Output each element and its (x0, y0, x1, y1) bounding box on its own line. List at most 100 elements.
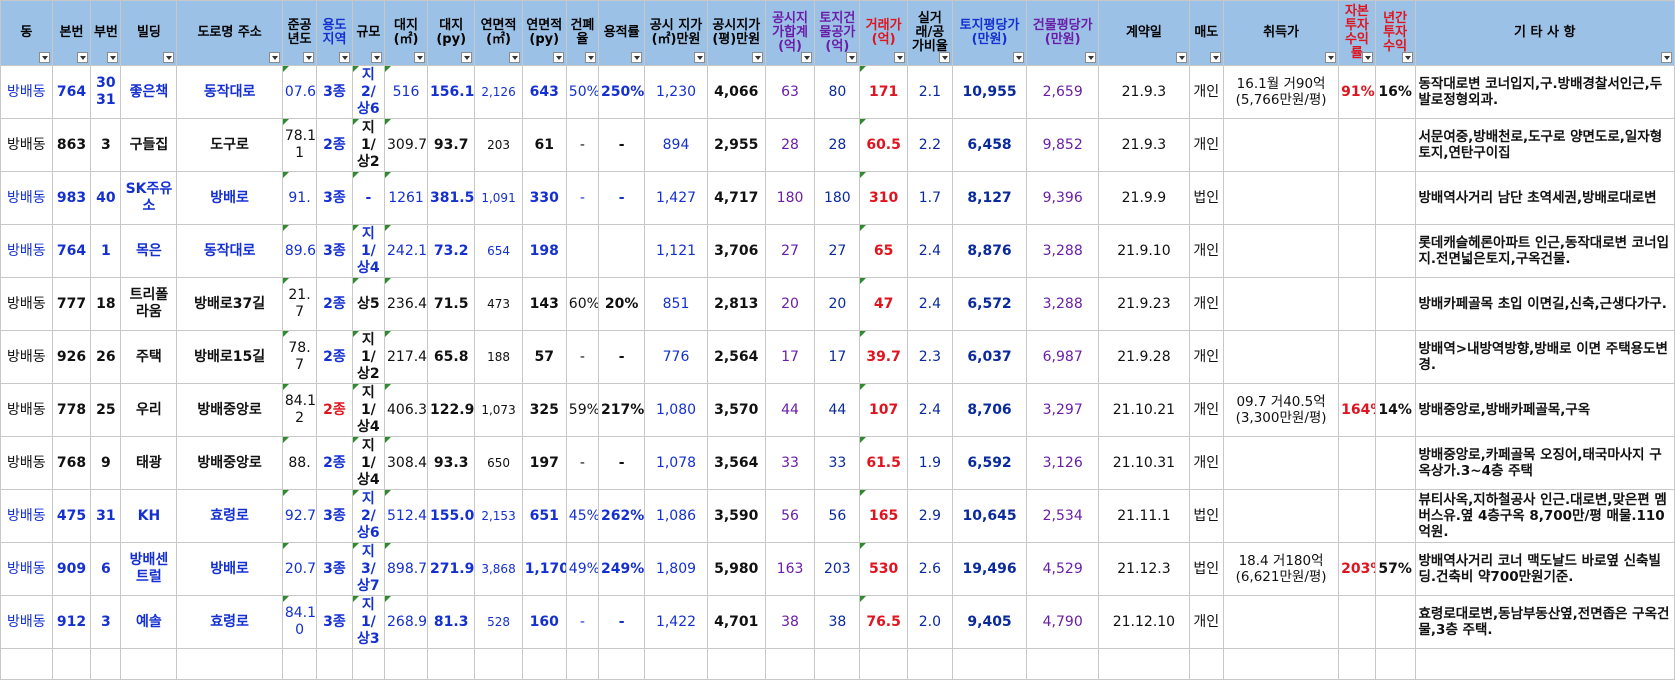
table-cell[interactable]: 38 (764, 595, 816, 649)
table-cell[interactable]: 개인 (1188, 595, 1225, 649)
table-cell[interactable]: 898.7 (383, 542, 429, 596)
table-cell[interactable]: 91% (1338, 65, 1376, 119)
table-cell[interactable]: 78.1 1 (281, 118, 318, 172)
table-cell[interactable]: 528 (474, 595, 523, 649)
table-cell[interactable]: 63 (764, 65, 816, 119)
empty-cell[interactable] (1223, 648, 1340, 680)
table-cell[interactable]: 서문여중,방배천로,도구로 양면도로,일자형토지,연탄구이집 (1414, 118, 1675, 172)
table-cell[interactable]: 61.5 (859, 436, 908, 490)
table-cell[interactable]: 방배로37길 (176, 277, 283, 331)
table-cell[interactable]: 효령로 (176, 489, 283, 543)
table-cell[interactable]: 188 (474, 330, 523, 384)
table-cell[interactable]: 방배동 (0, 277, 53, 331)
table-cell[interactable]: 2.4 (906, 224, 953, 278)
table-cell[interactable]: 지1/상4 (351, 383, 386, 437)
table-cell[interactable]: 3,564 (706, 436, 766, 490)
table-cell[interactable]: 5,980 (706, 542, 766, 596)
table-cell[interactable]: 태광 (120, 436, 178, 490)
table-cell[interactable] (1374, 171, 1416, 225)
table-cell[interactable]: 330 (521, 171, 567, 225)
table-cell[interactable]: 3종 (316, 542, 353, 596)
table-cell[interactable]: 방배중앙로 (176, 383, 283, 437)
table-cell[interactable]: 주택 (120, 330, 178, 384)
table-cell[interactable]: 92.7 (281, 489, 318, 543)
table-cell[interactable]: 3종 (316, 595, 353, 649)
table-cell[interactable]: 2,955 (706, 118, 766, 172)
table-cell[interactable]: 좋은책 (120, 65, 178, 119)
table-cell[interactable] (1374, 595, 1416, 649)
table-cell[interactable]: - (565, 436, 600, 490)
table-cell[interactable]: 530 (859, 542, 908, 596)
table-cell[interactable]: 250% (598, 65, 646, 119)
table-cell[interactable]: 61 (521, 118, 567, 172)
table-cell[interactable]: - (598, 118, 646, 172)
table-cell[interactable]: 776 (644, 330, 708, 384)
table-cell[interactable]: 325 (521, 383, 567, 437)
table-cell[interactable]: 56 (764, 489, 816, 543)
table-cell[interactable]: 지1/상2 (351, 330, 386, 384)
table-cell[interactable]: 65.8 (427, 330, 476, 384)
table-cell[interactable]: 33 (814, 436, 861, 490)
table-cell[interactable]: 268.9 (383, 595, 429, 649)
table-cell[interactable]: 20 (814, 277, 861, 331)
table-cell[interactable]: 3종 (316, 171, 353, 225)
table-cell[interactable]: 효령로대로변,동남부동산옆,전면좁은 구옥건물,3층 주택. (1414, 595, 1675, 649)
table-cell[interactable]: 2,126 (474, 65, 523, 119)
filter-dropdown-icon[interactable] (585, 52, 597, 63)
table-cell[interactable]: 89.6 (281, 224, 318, 278)
table-cell[interactable]: 262% (598, 489, 646, 543)
table-cell[interactable]: 상5 (351, 277, 386, 331)
table-cell[interactable]: 4,701 (706, 595, 766, 649)
table-cell[interactable]: 3,868 (474, 542, 523, 596)
table-cell[interactable] (1338, 118, 1376, 172)
table-cell[interactable]: 2.3 (906, 330, 953, 384)
table-cell[interactable]: 764 (51, 224, 92, 278)
table-cell[interactable]: 473 (474, 277, 523, 331)
empty-cell[interactable] (351, 648, 386, 680)
empty-cell[interactable] (706, 648, 766, 680)
table-cell[interactable]: 59% (565, 383, 600, 437)
table-cell[interactable]: 78. 7 (281, 330, 318, 384)
table-cell[interactable] (1338, 595, 1376, 649)
table-cell[interactable] (1223, 489, 1340, 543)
table-cell[interactable]: 60.5 (859, 118, 908, 172)
table-cell[interactable]: 49% (565, 542, 600, 596)
table-cell[interactable]: 방배동 (0, 595, 53, 649)
table-cell[interactable]: 8,127 (951, 171, 1028, 225)
table-cell[interactable]: 10,955 (951, 65, 1028, 119)
table-cell[interactable]: 21.9.3 (1098, 65, 1190, 119)
table-cell[interactable]: 198 (521, 224, 567, 278)
table-cell[interactable] (1338, 330, 1376, 384)
empty-cell[interactable] (764, 648, 816, 680)
table-cell[interactable]: 6,592 (951, 436, 1028, 490)
table-cell[interactable]: 27 (814, 224, 861, 278)
table-cell[interactable]: 4,790 (1026, 595, 1100, 649)
table-cell[interactable]: 57% (1374, 542, 1416, 596)
table-cell[interactable]: 동작대로 (176, 224, 283, 278)
table-cell[interactable]: - (351, 171, 386, 225)
table-cell[interactable]: - (565, 330, 600, 384)
table-cell[interactable]: 1,086 (644, 489, 708, 543)
filter-dropdown-icon[interactable] (751, 52, 763, 63)
table-cell[interactable]: 84.1 2 (281, 383, 318, 437)
table-cell[interactable]: 17 (814, 330, 861, 384)
table-cell[interactable]: 2,534 (1026, 489, 1100, 543)
table-cell[interactable]: 16.1월 거90억 (5,766만원/평) (1223, 65, 1340, 119)
table-cell[interactable]: 1,809 (644, 542, 708, 596)
table-cell[interactable]: 방배중앙로,카페골목 오징어,태국마사지 구옥상가.3~4층 주택 (1414, 436, 1675, 490)
table-cell[interactable]: 16% (1374, 65, 1416, 119)
table-cell[interactable]: - (598, 595, 646, 649)
table-cell[interactable]: 93.7 (427, 118, 476, 172)
table-cell[interactable]: 방배동 (0, 65, 53, 119)
filter-dropdown-icon[interactable] (461, 52, 473, 63)
table-cell[interactable]: 912 (51, 595, 92, 649)
table-cell[interactable]: - (565, 171, 600, 225)
empty-cell[interactable] (474, 648, 523, 680)
table-cell[interactable]: 764 (51, 65, 92, 119)
table-cell[interactable]: 2,153 (474, 489, 523, 543)
table-cell[interactable]: 26 (90, 330, 122, 384)
table-cell[interactable]: 654 (474, 224, 523, 278)
table-cell[interactable]: 개인 (1188, 118, 1225, 172)
table-cell[interactable]: 방배로15길 (176, 330, 283, 384)
table-cell[interactable]: 1,230 (644, 65, 708, 119)
